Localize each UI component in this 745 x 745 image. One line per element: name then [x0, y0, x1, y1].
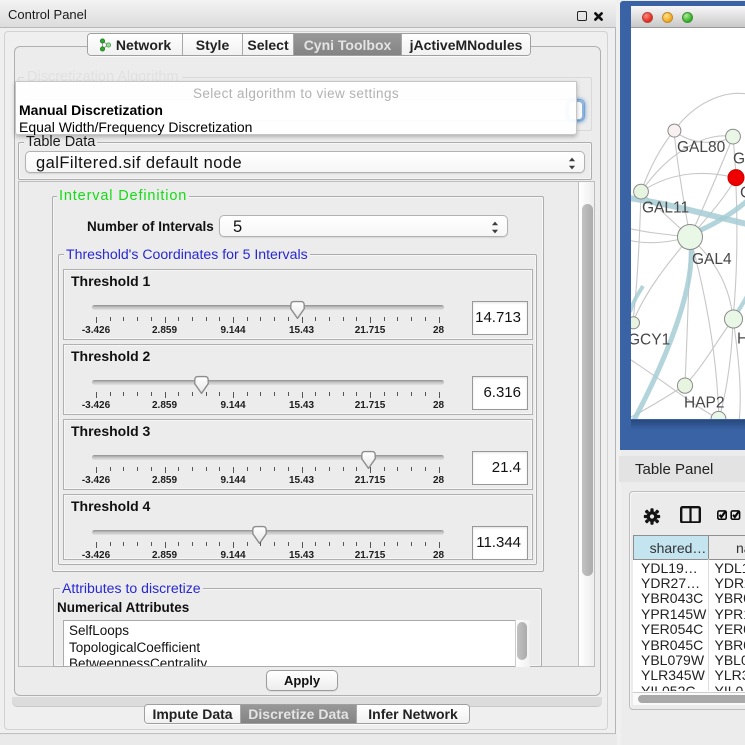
- svg-text:GAL4: GAL4: [692, 251, 732, 268]
- svg-text:HAP2: HAP2: [684, 395, 725, 412]
- svg-text:C: C: [740, 185, 745, 202]
- svg-text:GCY1: GCY1: [631, 332, 670, 349]
- svg-text:GA: GA: [733, 151, 745, 168]
- svg-text:H: H: [737, 331, 745, 348]
- svg-text:GAL80: GAL80: [677, 139, 726, 156]
- svg-text:GAL11: GAL11: [642, 200, 689, 217]
